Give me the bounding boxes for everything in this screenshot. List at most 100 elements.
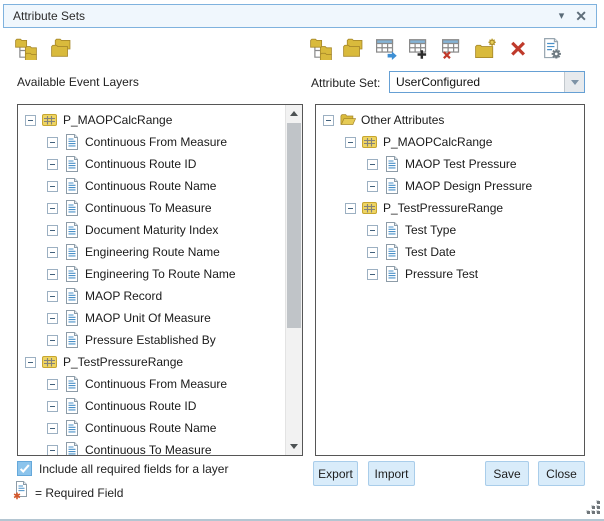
tree-item[interactable]: Continuous From Measure bbox=[18, 373, 285, 395]
field-icon bbox=[64, 222, 80, 238]
collapse-toggle-icon[interactable] bbox=[47, 401, 58, 412]
collapse-toggle-icon[interactable] bbox=[367, 269, 378, 280]
field-icon bbox=[384, 244, 400, 260]
tree-item-label: Continuous Route Name bbox=[85, 179, 216, 193]
collapse-toggle-icon[interactable] bbox=[47, 445, 58, 456]
tree-item[interactable]: Engineering To Route Name bbox=[18, 263, 285, 285]
collapse-toggle-icon[interactable] bbox=[25, 357, 36, 368]
collapse-toggle-icon[interactable] bbox=[367, 181, 378, 192]
tree-item[interactable]: Test Date bbox=[316, 241, 584, 263]
event-layer-icon bbox=[42, 354, 58, 370]
scroll-up-button[interactable] bbox=[286, 105, 302, 122]
collapse-toggle-icon[interactable] bbox=[47, 269, 58, 280]
delete-table-icon[interactable] bbox=[441, 37, 465, 61]
dialog-title: Attribute Sets bbox=[13, 9, 85, 23]
collapse-toggle-icon[interactable] bbox=[47, 181, 58, 192]
event-layer-icon bbox=[42, 112, 58, 128]
tree-item[interactable]: MAOP Unit Of Measure bbox=[18, 307, 285, 329]
collapse-toggle-icon[interactable] bbox=[323, 115, 334, 126]
left-toolbar bbox=[14, 37, 74, 61]
tree-item-label: P_MAOPCalcRange bbox=[63, 113, 172, 127]
vertical-scrollbar[interactable] bbox=[285, 105, 302, 455]
tree-item[interactable]: P_MAOPCalcRange bbox=[18, 109, 285, 131]
scrollbar-thumb[interactable] bbox=[287, 123, 301, 328]
event-layer-tree-icon[interactable] bbox=[14, 37, 38, 61]
tree-item[interactable]: Other Attributes bbox=[316, 109, 584, 131]
tree-item[interactable]: MAOP Record bbox=[18, 285, 285, 307]
include-required-fields-checkbox[interactable] bbox=[17, 461, 32, 476]
field-icon bbox=[64, 178, 80, 194]
collapse-toggle-icon[interactable] bbox=[47, 137, 58, 148]
delete-icon[interactable] bbox=[507, 37, 531, 61]
tree-item[interactable]: P_MAOPCalcRange bbox=[316, 131, 584, 153]
tree-item[interactable]: Continuous Route Name bbox=[18, 417, 285, 439]
tree-item[interactable]: Continuous To Measure bbox=[18, 439, 285, 456]
save-button[interactable]: Save bbox=[485, 461, 529, 486]
collapse-toggle-icon[interactable] bbox=[367, 159, 378, 170]
open-folders-icon[interactable] bbox=[50, 37, 74, 61]
collapse-toggle-icon[interactable] bbox=[47, 313, 58, 324]
attribute-set-dropdown[interactable]: UserConfigured bbox=[389, 71, 585, 93]
report-settings-icon[interactable] bbox=[540, 37, 564, 61]
field-icon bbox=[64, 266, 80, 282]
collapse-panel-icon[interactable]: ▾ bbox=[559, 11, 565, 22]
collapse-toggle-icon[interactable] bbox=[47, 335, 58, 346]
tree-item[interactable]: MAOP Design Pressure bbox=[316, 175, 584, 197]
collapse-toggle-icon[interactable] bbox=[47, 159, 58, 170]
open-folders-icon[interactable] bbox=[342, 37, 366, 61]
field-icon bbox=[64, 398, 80, 414]
tree-item-label: Continuous Route ID bbox=[85, 157, 196, 171]
dropdown-button[interactable] bbox=[564, 72, 584, 92]
export-button[interactable]: Export bbox=[313, 461, 358, 486]
scroll-down-button[interactable] bbox=[286, 438, 302, 455]
arrow-up-icon bbox=[290, 111, 298, 116]
collapse-toggle-icon[interactable] bbox=[47, 379, 58, 390]
field-icon bbox=[64, 244, 80, 260]
new-attribute-set-folder-icon[interactable] bbox=[474, 37, 498, 61]
collapse-toggle-icon[interactable] bbox=[47, 423, 58, 434]
tree-item[interactable]: Pressure Established By bbox=[18, 329, 285, 351]
tree-item[interactable]: Continuous Route ID bbox=[18, 153, 285, 175]
attribute-tree-icon[interactable] bbox=[309, 37, 333, 61]
collapse-toggle-icon[interactable] bbox=[345, 203, 356, 214]
attribute-set-label: Attribute Set: bbox=[311, 76, 380, 90]
close-button[interactable]: Close bbox=[538, 461, 585, 486]
collapse-toggle-icon[interactable] bbox=[367, 247, 378, 258]
collapse-toggle-icon[interactable] bbox=[367, 225, 378, 236]
tree-item[interactable]: Pressure Test bbox=[316, 263, 584, 285]
tree-item-label: Continuous To Measure bbox=[85, 443, 212, 456]
tree-item-label: Test Date bbox=[405, 245, 456, 259]
tree-item[interactable]: Test Type bbox=[316, 219, 584, 241]
tree-item[interactable]: Continuous Route ID bbox=[18, 395, 285, 417]
field-icon bbox=[64, 310, 80, 326]
field-icon bbox=[64, 134, 80, 150]
add-table-icon[interactable] bbox=[408, 37, 432, 61]
tree-item[interactable]: Continuous From Measure bbox=[18, 131, 285, 153]
collapse-toggle-icon[interactable] bbox=[47, 203, 58, 214]
tree-item-label: Engineering To Route Name bbox=[85, 267, 236, 281]
tree-item[interactable]: Continuous To Measure bbox=[18, 197, 285, 219]
tree-item[interactable]: Document Maturity Index bbox=[18, 219, 285, 241]
close-icon[interactable]: ✕ bbox=[575, 9, 587, 23]
collapse-toggle-icon[interactable] bbox=[47, 225, 58, 236]
tree-item-label: MAOP Unit Of Measure bbox=[85, 311, 211, 325]
tree-item[interactable]: MAOP Test Pressure bbox=[316, 153, 584, 175]
available-layers-panel: P_MAOPCalcRange Continuous From Measure Co… bbox=[17, 104, 303, 456]
tree-item[interactable]: Continuous Route Name bbox=[18, 175, 285, 197]
dialog-titlebar: Attribute Sets ▾ ✕ bbox=[3, 4, 597, 28]
tree-item[interactable]: P_TestPressureRange bbox=[316, 197, 584, 219]
collapse-toggle-icon[interactable] bbox=[47, 247, 58, 258]
import-button[interactable]: Import bbox=[368, 461, 415, 486]
tree-item[interactable]: Engineering Route Name bbox=[18, 241, 285, 263]
collapse-toggle-icon[interactable] bbox=[47, 291, 58, 302]
field-icon bbox=[64, 200, 80, 216]
export-table-icon[interactable] bbox=[375, 37, 399, 61]
collapse-toggle-icon[interactable] bbox=[25, 115, 36, 126]
collapse-toggle-icon[interactable] bbox=[345, 137, 356, 148]
resize-grip[interactable] bbox=[586, 501, 600, 515]
tree-item-label: Continuous From Measure bbox=[85, 377, 227, 391]
folder-icon bbox=[340, 112, 356, 128]
tree-item-label: MAOP Design Pressure bbox=[405, 179, 532, 193]
tree-item-label: Continuous To Measure bbox=[85, 201, 212, 215]
tree-item[interactable]: P_TestPressureRange bbox=[18, 351, 285, 373]
